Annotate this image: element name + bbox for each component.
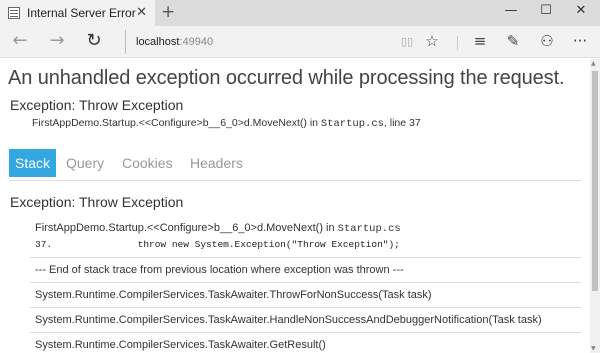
- exception-location: FirstAppDemo.Startup.<<Configure>b__6_0>…: [32, 117, 421, 130]
- location-line: , line 37: [383, 117, 421, 129]
- toolbar-divider: [457, 36, 458, 50]
- address-bar[interactable]: localhost:49940: [125, 30, 387, 54]
- detail-tabs: Stack Query Cookies Headers: [9, 149, 581, 181]
- stack-exception-title: Exception: Throw Exception: [10, 194, 184, 210]
- source-line: 37. throw new System.Exception("Throw Ex…: [35, 239, 581, 250]
- refresh-icon[interactable]: ↻: [82, 30, 106, 51]
- back-icon[interactable]: ←: [8, 30, 32, 51]
- more-icon[interactable]: ···: [568, 32, 592, 50]
- window-close-icon[interactable]: ✕: [566, 3, 596, 18]
- reading-view-icon[interactable]: ▯▯: [395, 35, 419, 48]
- minimize-icon[interactable]: —: [496, 3, 526, 18]
- stack-frame[interactable]: FirstAppDemo.Startup.<<Configure>b__6_0>…: [30, 214, 581, 258]
- stack-trace-separator: --- End of stack trace from previous loc…: [30, 258, 581, 283]
- tab-headers[interactable]: Headers: [184, 149, 249, 177]
- source-line-number: 37.: [35, 239, 53, 250]
- source-line-code: throw new System.Exception("Throw Except…: [137, 239, 400, 250]
- tab-close-icon[interactable]: ✕: [136, 5, 147, 20]
- forward-icon[interactable]: →: [45, 30, 69, 51]
- tab-cookies[interactable]: Cookies: [116, 149, 179, 177]
- page-icon: [8, 7, 20, 19]
- frame-method: FirstAppDemo.Startup.<<Configure>b__6_0>…: [35, 222, 338, 234]
- web-note-icon[interactable]: ✎: [501, 32, 525, 50]
- url-host: localhost: [136, 36, 180, 48]
- new-tab-icon[interactable]: +: [161, 2, 175, 22]
- tab-title: Internal Server Error: [27, 6, 136, 20]
- address-toolbar: ← → ↻ localhost:49940 ▯▯ ☆ ≡ ✎ ⚇ ···: [0, 26, 600, 58]
- title-bar: Internal Server Error ✕ + — ☐ ✕: [0, 0, 600, 26]
- vertical-scrollbar[interactable]: ▲ ▼: [590, 59, 600, 353]
- location-method: FirstAppDemo.Startup.<<Configure>b__6_0>…: [32, 117, 321, 129]
- stack-frame[interactable]: System.Runtime.CompilerServices.TaskAwai…: [30, 308, 581, 333]
- hub-icon[interactable]: ≡: [468, 32, 492, 50]
- stack-frame[interactable]: System.Runtime.CompilerServices.TaskAwai…: [30, 333, 581, 353]
- share-icon[interactable]: ⚇: [535, 32, 559, 50]
- frame-signature: FirstAppDemo.Startup.<<Configure>b__6_0>…: [35, 222, 581, 235]
- location-file: Startup.cs: [320, 118, 384, 130]
- stack-frames: FirstAppDemo.Startup.<<Configure>b__6_0>…: [30, 214, 581, 353]
- url-port: :49940: [179, 36, 214, 48]
- frame-file: Startup.cs: [337, 223, 401, 235]
- scroll-up-icon[interactable]: ▲: [591, 60, 596, 67]
- tab-query[interactable]: Query: [60, 149, 110, 177]
- exception-title: Exception: Throw Exception: [10, 97, 184, 113]
- scroll-thumb[interactable]: [592, 71, 598, 291]
- scroll-down-icon[interactable]: ▼: [591, 345, 596, 352]
- tab-stack[interactable]: Stack: [9, 149, 57, 177]
- browser-tab[interactable]: Internal Server Error ✕: [0, 0, 155, 26]
- error-page: An unhandled exception occurred while pr…: [0, 59, 590, 353]
- page-heading: An unhandled exception occurred while pr…: [8, 67, 565, 89]
- stack-frame[interactable]: System.Runtime.CompilerServices.TaskAwai…: [30, 283, 581, 308]
- favorite-star-icon[interactable]: ☆: [420, 32, 444, 50]
- maximize-icon[interactable]: ☐: [531, 3, 561, 18]
